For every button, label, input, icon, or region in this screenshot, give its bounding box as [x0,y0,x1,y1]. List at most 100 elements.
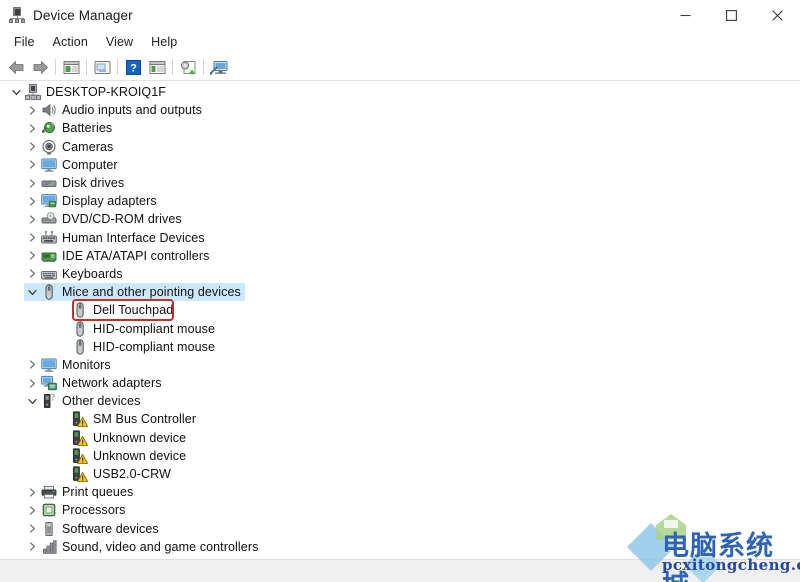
tree-item-label: Unknown device [93,448,187,463]
chevron-right-icon[interactable] [24,488,40,497]
tree-item-row[interactable]: HID-compliant mouse [55,338,219,356]
tree-item-label: Dell Touchpad [93,303,174,318]
tree-item[interactable]: USB2.0-CRW [0,465,800,483]
chevron-right-icon[interactable] [24,124,40,133]
menu-file[interactable]: File [5,33,44,51]
chevron-right-icon[interactable] [24,360,40,370]
tree-item-label: Print queues [62,485,134,500]
tree-item-row[interactable]: HID-compliant mouse [55,320,219,338]
tree-item-row[interactable]: Display adapters [24,192,161,210]
maximize-button[interactable] [708,0,754,30]
chevron-right-icon[interactable] [24,178,40,188]
tree-item-row[interactable]: Mice and other pointing devices [24,283,245,302]
tree-item[interactable]: Software devices [0,520,800,538]
tree-item[interactable]: DESKTOP-KROIQ1F [0,83,800,101]
tree-item-row[interactable]: Dell Touchpad [55,301,177,319]
back-button[interactable] [4,56,28,78]
processor-icon [40,502,57,518]
chevron-right-icon[interactable] [24,524,40,533]
tree-item-row[interactable]: Sound, video and game controllers [24,538,262,556]
tree-item-row[interactable]: IDE ATA/ATAPI controllers [24,247,213,265]
tree-item-row[interactable]: Unknown device [55,429,190,447]
tree-item[interactable]: HID-compliant mouse [0,338,800,356]
tree-item[interactable]: Processors [0,501,800,519]
device-tree-pane[interactable]: DESKTOP-KROIQ1F Audio inputs and outputs B… [0,81,800,559]
tree-item-row[interactable]: Computer [24,156,122,174]
update-driver-button[interactable] [176,56,200,78]
tree-item-row[interactable]: Monitors [24,356,115,374]
chevron-right-icon[interactable] [24,251,40,260]
help-button[interactable]: ? [121,56,145,78]
minimize-button[interactable] [662,0,708,30]
tree-item-row[interactable]: Batteries [24,119,116,137]
tree-item[interactable]: Unknown device [0,447,800,465]
chevron-right-icon[interactable] [24,269,40,279]
chevron-right-icon[interactable] [24,506,40,515]
tree-item[interactable]: Network adapters [0,374,800,392]
tree-item[interactable]: Batteries [0,119,800,137]
unknown-device-warning-icon [71,411,88,428]
tree-item[interactable]: Unknown device [0,429,800,447]
tree-item[interactable]: Mice and other pointing devices [0,283,800,302]
tree-item-annotated[interactable]: Dell Touchpad [0,299,800,322]
tree-item[interactable]: Computer [0,156,800,174]
chevron-right-icon[interactable] [24,542,40,551]
display-adapter-icon [40,193,57,209]
chevron-right-icon[interactable] [24,197,40,206]
tree-item-row[interactable]: DESKTOP-KROIQ1F [8,83,170,101]
tree-item-row[interactable]: Disk drives [24,174,128,192]
chevron-right-icon[interactable] [24,106,40,115]
tree-item[interactable]: Print queues [0,483,800,501]
tree-item-row[interactable]: Processors [24,501,130,519]
tree-item-row[interactable]: Human Interface Devices [24,229,209,247]
title-bar: Device Manager [0,0,800,30]
tree-item[interactable]: Monitors [0,356,800,374]
chevron-right-icon[interactable] [24,378,40,388]
tree-item-label: IDE ATA/ATAPI controllers [62,248,210,263]
tree-item[interactable]: HID-compliant mouse [0,319,800,337]
tree-item[interactable]: Cameras [0,138,800,156]
menu-view[interactable]: View [97,33,142,51]
forward-button[interactable] [28,56,52,78]
show-hide-console-tree-button[interactable] [59,56,83,78]
tree-item-row[interactable]: Keyboards [24,265,127,283]
tree-item-row[interactable]: USB2.0-CRW [55,465,175,483]
tree-item[interactable]: Keyboards [0,265,800,283]
menu-action[interactable]: Action [44,33,97,51]
view-button[interactable] [145,56,169,78]
resize-grip[interactable] [782,560,800,582]
tree-item-row[interactable]: Software devices [24,520,163,538]
chevron-right-icon[interactable] [24,233,40,242]
tree-item-row[interactable]: Cameras [24,138,117,156]
properties-button[interactable] [90,56,114,78]
tree-item[interactable]: Disk drives [0,174,800,192]
update-driver-icon [180,60,197,75]
toolbar-separator [203,59,204,75]
scan-hardware-changes-button[interactable] [207,56,231,78]
view-pane-icon [149,60,166,75]
tree-item[interactable]: IDE ATA/ATAPI controllers [0,247,800,265]
chevron-down-icon[interactable] [24,397,40,406]
chevron-right-icon[interactable] [24,142,40,151]
chevron-right-icon[interactable] [24,215,40,224]
menu-help[interactable]: Help [142,33,186,51]
tree-item-row[interactable]: DVD/CD-ROM drives [24,210,186,228]
tree-item-row[interactable]: SM Bus Controller [55,410,200,428]
close-button[interactable] [754,0,800,30]
tree-item-row[interactable]: Unknown device [55,447,190,465]
tree-item-row[interactable]: Print queues [24,483,137,501]
tree-item-row[interactable]: ? Other devices [24,392,144,410]
chevron-down-icon[interactable] [8,88,24,97]
tree-item[interactable]: ? Other devices [0,392,800,410]
tree-item[interactable]: Sound, video and game controllers [0,538,800,556]
tree-item[interactable]: Display adapters [0,192,800,210]
tree-item-row[interactable]: Audio inputs and outputs [24,101,206,119]
chevron-down-icon[interactable] [24,288,40,297]
tree-item-row[interactable]: Network adapters [24,374,166,392]
chevron-right-icon[interactable] [24,160,40,169]
tree-item[interactable]: Human Interface Devices [0,229,800,247]
status-bar [0,559,800,582]
tree-item[interactable]: DVD/CD-ROM drives [0,210,800,228]
tree-item[interactable]: Audio inputs and outputs [0,101,800,119]
tree-item[interactable]: SM Bus Controller [0,410,800,428]
